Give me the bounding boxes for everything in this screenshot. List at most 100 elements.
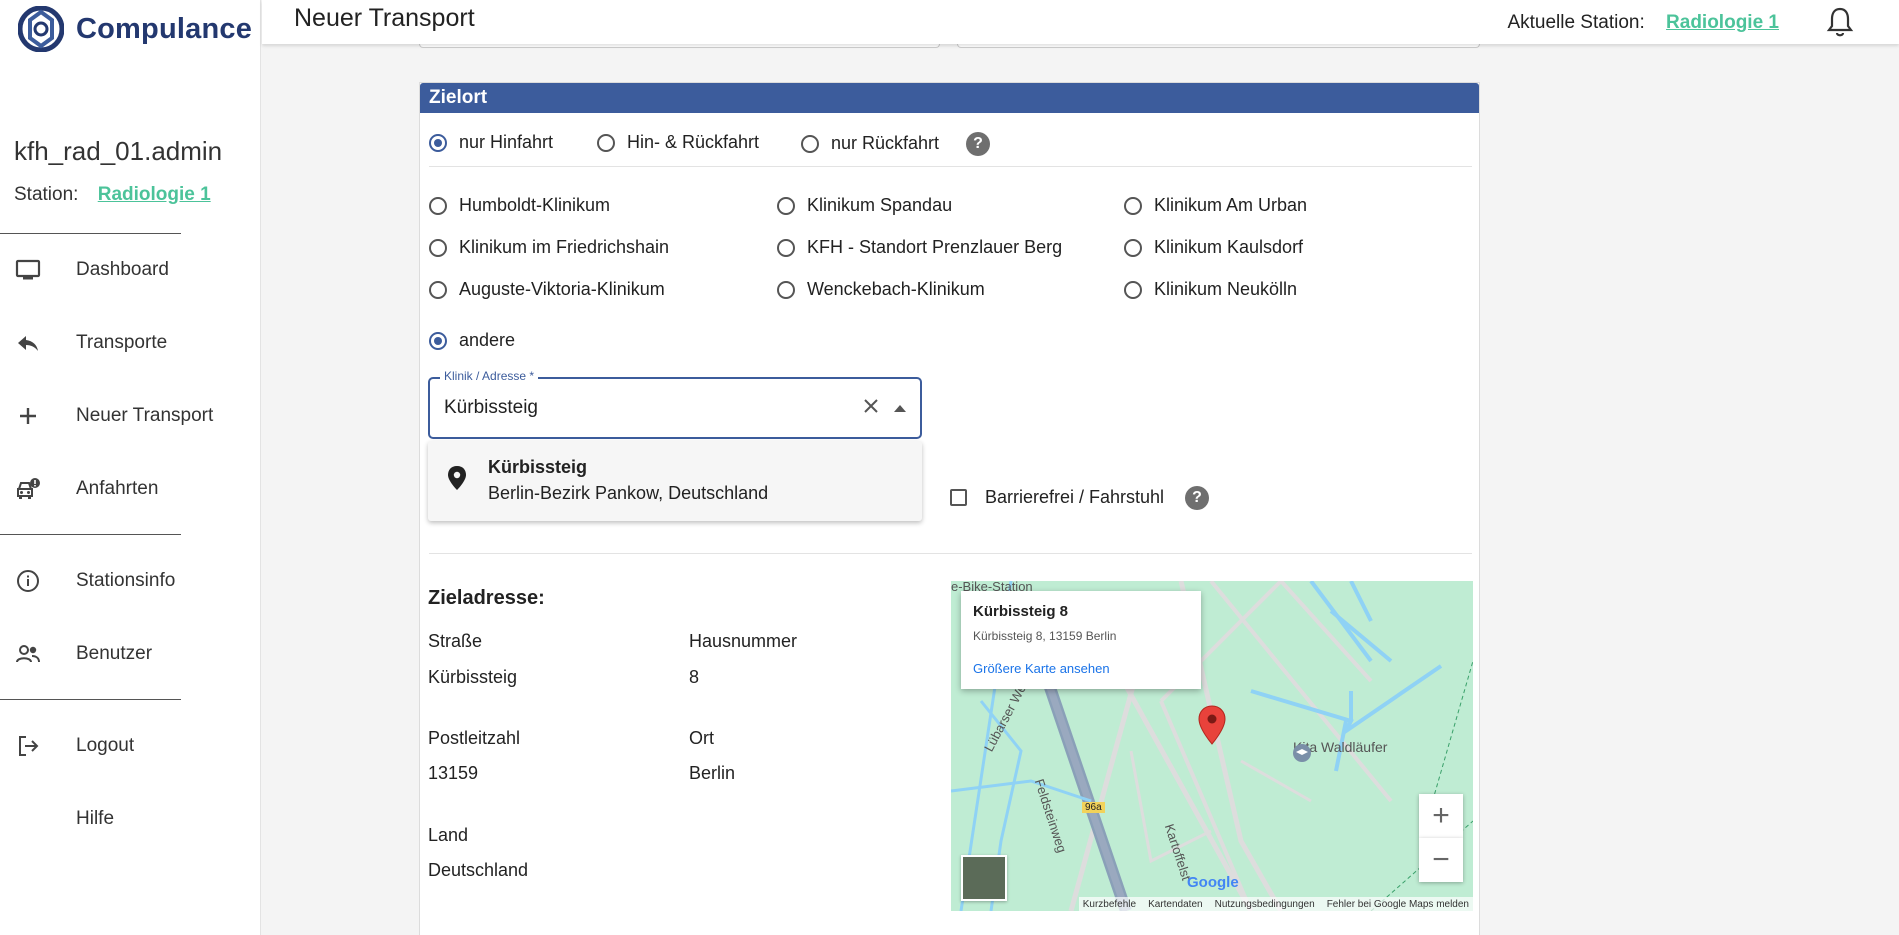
zoom-out-button[interactable]: − (1419, 838, 1463, 882)
radio-nur-hinfahrt[interactable]: nur Hinfahrt (429, 132, 553, 153)
google-logo: Google (1187, 874, 1239, 891)
road-number: 96a (1082, 802, 1105, 813)
radio-label: Klinikum Am Urban (1154, 195, 1308, 215)
current-station-link[interactable]: Radiologie 1 (1666, 12, 1779, 33)
zip-label: Postleitzahl (428, 728, 521, 748)
radio-hin-rueckfahrt[interactable]: Hin- & Rückfahrt (597, 132, 759, 153)
logout-icon (15, 733, 41, 759)
checkbox-label: Barrierefrei / Fahrstuhl (985, 487, 1165, 507)
house-number-label: Hausnummer (689, 631, 798, 651)
nav-hilfe[interactable]: Hilfe (0, 795, 261, 843)
address-autocomplete[interactable]: Klinik / Adresse * (428, 369, 922, 439)
nav-label: Dashboard (76, 259, 169, 280)
zoom-in-button[interactable]: + (1419, 794, 1463, 838)
current-station-label: Aktuelle Station: (1507, 12, 1645, 33)
map-info-address: Kürbissteig 8, 13159 Berlin (973, 629, 1117, 643)
suggestion-item[interactable]: Kürbissteig Berlin-Bezirk Pankow, Deutsc… (428, 441, 922, 521)
divider (0, 534, 181, 535)
clear-icon[interactable] (860, 395, 882, 417)
radio-andere[interactable]: andere (429, 330, 515, 351)
radio-circle (777, 196, 795, 215)
map-info-title: Kürbissteig 8 (973, 603, 1069, 620)
nav-logout[interactable]: Logout (0, 722, 261, 770)
radio-clinic[interactable]: Klinikum im Friedrichshain (429, 237, 669, 258)
radio-clinic[interactable]: Auguste-Viktoria-Klinikum (429, 279, 665, 300)
map-data-link[interactable]: Kartendaten (1148, 899, 1203, 910)
radio-circle (429, 331, 447, 350)
car-alert-icon (15, 476, 41, 502)
radio-clinic[interactable]: Klinikum Kaulsdorf (1124, 237, 1303, 258)
nav-label: Hilfe (76, 808, 115, 829)
radio-circle (429, 238, 447, 257)
monitor-icon (15, 257, 41, 283)
map-report-link[interactable]: Fehler bei Google Maps melden (1327, 899, 1469, 910)
radio-label: Auguste-Viktoria-Klinikum (459, 279, 665, 299)
address-field-label: Klinik / Adresse * (440, 369, 539, 383)
radio-circle (1124, 196, 1142, 215)
street-value: Kürbissteig (428, 667, 518, 687)
nav-neuer-transport[interactable]: Neuer Transport (0, 392, 261, 440)
radio-clinic[interactable]: Klinikum Neukölln (1124, 279, 1297, 300)
radio-label: Klinikum Spandau (807, 195, 953, 215)
radio-label: andere (459, 330, 516, 350)
station-link[interactable]: Radiologie 1 (98, 184, 211, 205)
current-station: Aktuelle Station: Radiologie 1 (1507, 12, 1779, 34)
nav-benutzer[interactable]: Benutzer (0, 630, 261, 678)
nav-anfahrten[interactable]: Anfahrten (0, 465, 261, 513)
radio-label: Wenckebach-Klinikum (807, 279, 985, 299)
radio-label: Klinikum Neukölln (1154, 279, 1298, 299)
page-title: Neuer Transport (294, 4, 475, 32)
radio-circle (597, 133, 615, 152)
radio-clinic[interactable]: Klinikum Spandau (777, 195, 952, 216)
map-footer: Kurzbefehle Kartendaten Nutzungsbedingun… (1078, 897, 1473, 911)
sidebar-station: Station: Radiologie 1 (14, 184, 211, 206)
radio-nur-rueckfahrt[interactable]: nur Rückfahrt (801, 133, 939, 154)
radio-clinic[interactable]: KFH - Standort Prenzlauer Berg (777, 237, 1062, 258)
nav-stationsinfo[interactable]: Stationsinfo (0, 557, 261, 605)
radio-label: Hin- & Rückfahrt (627, 132, 760, 152)
country-label: Land (428, 825, 469, 845)
radio-label: Klinikum Kaulsdorf (1154, 237, 1304, 257)
suggestion-list: Kürbissteig Berlin-Bezirk Pankow, Deutsc… (428, 441, 922, 521)
satellite-toggle[interactable] (961, 855, 1007, 901)
map-terms-link[interactable]: Nutzungsbedingungen (1215, 899, 1315, 910)
radio-circle (801, 134, 819, 153)
radio-clinic[interactable]: Humboldt-Klinikum (429, 195, 610, 216)
map-info-window: Kürbissteig 8 Kürbissteig 8, 13159 Berli… (961, 591, 1201, 689)
reply-icon (15, 330, 41, 356)
sidebar: Compulance kfh_rad_01.admin Station: Rad… (0, 0, 261, 935)
city-value: Berlin (689, 763, 736, 783)
map[interactable]: e-Bike-Station Kita Waldläufer Lübarser … (951, 581, 1473, 911)
barrier-free-checkbox[interactable]: Barrierefrei / Fahrstuhl (950, 487, 1164, 508)
suggestion-title: Kürbissteig (488, 457, 588, 477)
address-input[interactable] (444, 397, 844, 419)
radio-circle (1124, 280, 1142, 299)
location-marker-icon (1198, 705, 1226, 745)
help-icon[interactable]: ? (1185, 486, 1209, 510)
user-name: kfh_rad_01.admin (14, 136, 223, 166)
larger-map-link[interactable]: Größere Karte ansehen (973, 661, 1110, 676)
radio-circle (777, 238, 795, 257)
nav-dashboard[interactable]: Dashboard (0, 246, 261, 294)
map-shortcuts-link[interactable]: Kurzbefehle (1083, 899, 1136, 910)
card-title: Zielort (420, 83, 1479, 113)
radio-clinic[interactable]: Wenckebach-Klinikum (777, 279, 985, 300)
radio-label: KFH - Standort Prenzlauer Berg (807, 237, 1063, 257)
radio-circle (777, 280, 795, 299)
country-value: Deutschland (428, 860, 529, 880)
checkbox-box (950, 489, 967, 506)
help-icon[interactable]: ? (966, 132, 990, 156)
radio-clinic[interactable]: Klinikum Am Urban (1124, 195, 1307, 216)
app-logo[interactable]: Compulance (18, 6, 252, 52)
dropdown-arrow-icon[interactable] (894, 405, 906, 412)
radio-circle (429, 280, 447, 299)
nav-label: Benutzer (76, 643, 153, 664)
bell-icon[interactable] (1825, 6, 1855, 38)
nav-transporte[interactable]: Transporte (0, 319, 261, 367)
info-icon (15, 568, 41, 594)
radio-label: nur Hinfahrt (459, 132, 554, 152)
school-icon (1293, 744, 1311, 762)
top-bar: Neuer Transport Aktuelle Station: Radiol… (262, 0, 1899, 44)
nav-label: Neuer Transport (76, 405, 214, 426)
radio-circle (429, 133, 447, 152)
